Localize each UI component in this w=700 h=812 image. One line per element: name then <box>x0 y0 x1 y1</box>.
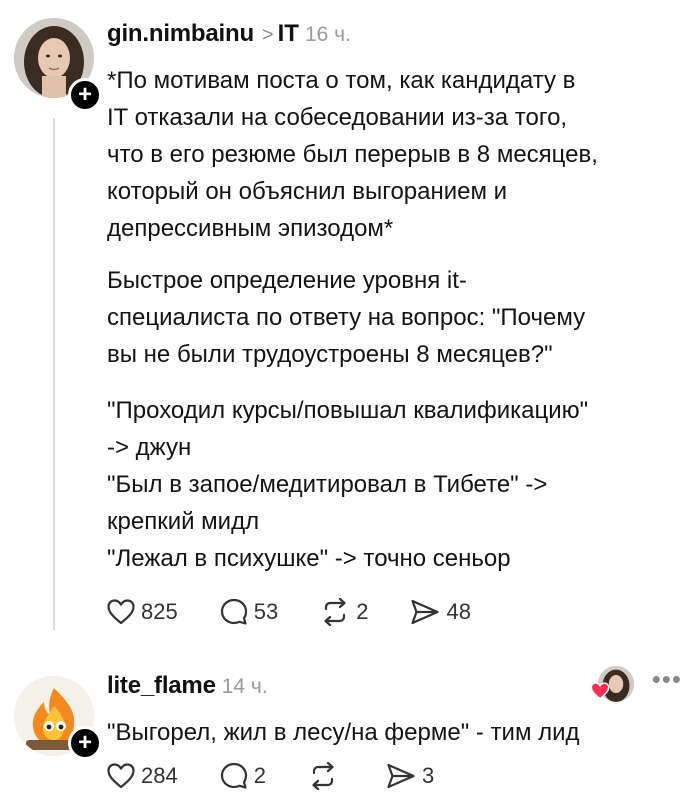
text-line: что в его резюме был перерыв в 8 месяцев… <box>107 141 598 168</box>
text-line: крепкий мидл <box>107 508 260 535</box>
text-line: *По мотивам поста о том, как кандидату в <box>107 67 576 94</box>
share-button[interactable]: 3 <box>386 762 434 790</box>
text-line: IT отказали на собеседовании из-за того, <box>107 104 568 131</box>
comment-count: 53 <box>253 599 279 624</box>
text-line: "Был в запое/медитировал в Тибете" -> <box>107 471 548 498</box>
post-paragraph-3: "Проходил курсы/повышал квалификацию" ->… <box>107 392 687 577</box>
reply-text: "Выгорел, жил в лесу/на ферме" - тим лид <box>107 714 687 751</box>
text-line: специалиста по ответу на вопрос: "Почему <box>107 304 586 331</box>
post-time: 16 ч. <box>304 23 351 46</box>
heart-icon <box>107 763 135 789</box>
repost-icon <box>324 598 346 626</box>
comment-count: 2 <box>253 763 266 788</box>
like-count: 284 <box>141 763 178 788</box>
like-button[interactable]: 825 <box>107 599 178 625</box>
text-line: Быстрое определение уровня it- <box>107 267 467 294</box>
share-count: 3 <box>421 763 435 788</box>
text-line: "Лежал в психушке" -> точно сеньор <box>107 545 511 572</box>
post-header: gin.nimbainu > IT 16 ч. <box>107 20 351 48</box>
liked-by-author <box>590 664 636 704</box>
action-bar: 825 53 2 48 <box>107 598 513 626</box>
comment-icon <box>220 762 247 789</box>
repost-count: 2 <box>356 599 369 624</box>
share-icon <box>411 599 440 625</box>
comment-button[interactable]: 53 <box>220 598 278 626</box>
follow-plus-icon[interactable]: + <box>68 78 102 112</box>
action-bar: 284 2 3 <box>107 762 476 790</box>
username[interactable]: gin.nimbainu <box>107 20 254 47</box>
repost-button[interactable]: 2 <box>320 598 368 626</box>
comment-button[interactable]: 2 <box>220 762 266 790</box>
heart-filled-icon <box>590 682 610 700</box>
post-paragraph-1: *По мотивам поста о том, как кандидату в… <box>107 62 687 247</box>
more-icon[interactable]: ••• <box>652 666 682 692</box>
text-line: "Проходил курсы/повышал квалификацию" <box>107 397 589 424</box>
heart-icon <box>107 599 135 625</box>
post-time: 14 ч. <box>221 675 268 698</box>
chevron-right-icon: > <box>261 24 274 46</box>
like-count: 825 <box>141 599 178 624</box>
share-button[interactable]: 48 <box>410 598 471 626</box>
follow-plus-icon[interactable]: + <box>68 726 102 760</box>
post-lite-flame: + lite_flame 14 ч. ••• "Выгорел, жил в ле… <box>0 646 700 812</box>
repost-button[interactable] <box>308 762 344 790</box>
text-line: депрессивным эпизодом* <box>107 215 394 242</box>
repost-icon <box>312 762 334 790</box>
post-gin-nimbainu: + gin.nimbainu > IT 16 ч. *По мотивам поста… <box>0 0 700 646</box>
comment-icon <box>220 598 247 625</box>
like-button[interactable]: 284 <box>107 763 178 789</box>
text-line: который он объяснил выгоранием и <box>107 178 508 205</box>
topic-tag[interactable]: IT <box>278 20 299 47</box>
thread-line <box>53 118 55 630</box>
share-count: 48 <box>446 599 471 624</box>
username[interactable]: lite_flame <box>107 672 216 699</box>
text-line: -> джун <box>107 434 192 461</box>
share-icon <box>387 763 415 789</box>
post-header: lite_flame 14 ч. <box>107 672 268 700</box>
post-paragraph-2: Быстрое определение уровня it- специалис… <box>107 262 687 373</box>
text-line: "Выгорел, жил в лесу/на ферме" - тим лид <box>107 719 580 746</box>
text-line: вы не были трудоустроены 8 месяцев?" <box>107 341 553 368</box>
